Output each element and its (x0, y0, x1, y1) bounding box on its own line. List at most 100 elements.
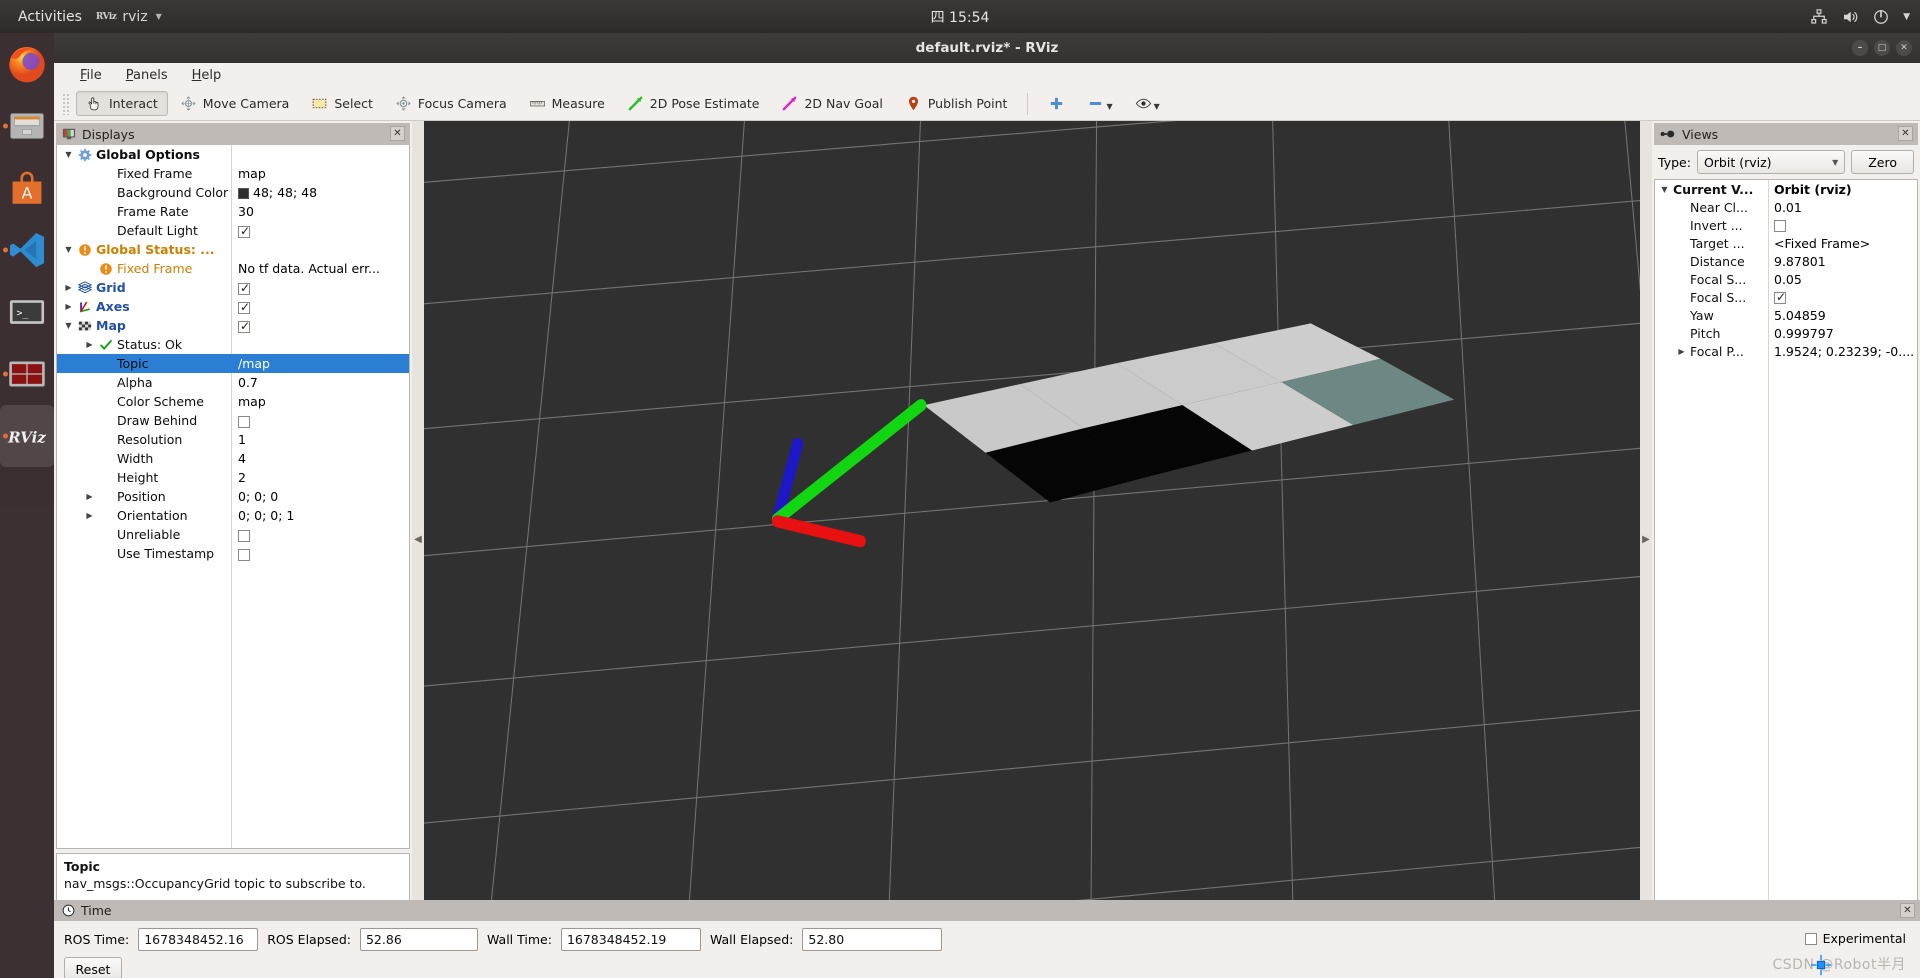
dock-item-files[interactable] (0, 95, 54, 157)
wall-elapsed-input[interactable]: 52.80 (802, 928, 943, 951)
row-value[interactable]: 0.999797 (1768, 326, 1917, 341)
views-row-focal-p[interactable]: Focal P... 1.9524; 0.23239; -0.... (1655, 342, 1917, 360)
displays-row-draw-behind[interactable]: Draw Behind (57, 411, 409, 430)
row-value[interactable]: 2 (231, 470, 409, 485)
row-value[interactable]: 48; 48; 48 (231, 185, 409, 200)
twisty-collapsed-icon[interactable] (84, 492, 95, 501)
maximize-icon[interactable]: □ (1874, 40, 1890, 56)
twisty-collapsed-icon[interactable] (63, 283, 74, 292)
displays-row-axes[interactable]: Axes (57, 297, 409, 316)
row-checkbox[interactable] (238, 548, 250, 561)
row-value[interactable]: 1.9524; 0.23239; -0.... (1768, 344, 1917, 359)
row-value[interactable] (231, 318, 409, 333)
twisty-collapsed-icon[interactable] (84, 340, 95, 349)
displays-row-position[interactable]: Position 0; 0; 0 (57, 487, 409, 506)
clock-button[interactable]: 四 15:54 (931, 0, 990, 33)
displays-tree[interactable]: Global OptionsFixed FramemapBackground C… (56, 145, 410, 849)
activities-button[interactable]: Activities (0, 9, 96, 25)
menu-file[interactable]: FFileile (68, 66, 114, 85)
tool-measure[interactable]: Measure (519, 91, 615, 116)
close-icon[interactable]: ✕ (390, 126, 405, 141)
row-value[interactable] (1768, 218, 1917, 233)
views-row-target[interactable]: Target ... <Fixed Frame> (1655, 234, 1917, 252)
row-value[interactable] (231, 280, 409, 295)
minimize-icon[interactable]: – (1852, 40, 1868, 56)
displays-row-frame-rate[interactable]: Frame Rate 30 (57, 202, 409, 221)
row-value[interactable]: map (231, 394, 409, 409)
row-value[interactable] (231, 413, 409, 428)
twisty-collapsed-icon[interactable] (63, 302, 74, 311)
views-row-distance[interactable]: Distance 9.87801 (1655, 252, 1917, 270)
dock-item-terminator[interactable] (0, 343, 54, 405)
displays-row-grid[interactable]: Grid (57, 278, 409, 297)
tool-focus-camera[interactable]: Focus Camera (385, 91, 517, 116)
dock-item-terminal[interactable]: >_ (0, 281, 54, 343)
views-row-near-cl[interactable]: Near Cl... 0.01 (1655, 198, 1917, 216)
row-value[interactable]: 0; 0; 0; 1 (231, 508, 409, 523)
views-row-current-v[interactable]: Current V... Orbit (rviz) (1655, 180, 1917, 198)
row-value[interactable]: Orbit (rviz) (1768, 182, 1917, 197)
displays-row-orientation[interactable]: Orientation 0; 0; 0; 1 (57, 506, 409, 525)
dock-item-ubuntu-software[interactable]: A (0, 157, 54, 219)
row-value[interactable] (1768, 290, 1917, 305)
menu-panels[interactable]: Panels (114, 66, 180, 85)
reset-button[interactable]: Reset (64, 957, 122, 978)
row-value[interactable]: 9.87801 (1768, 254, 1917, 269)
views-row-yaw[interactable]: Yaw 5.04859 (1655, 306, 1917, 324)
close-icon[interactable]: ✕ (1898, 126, 1913, 141)
row-checkbox[interactable] (1774, 220, 1786, 232)
twisty-expanded-icon[interactable] (1659, 185, 1670, 194)
wall-time-input[interactable]: 1678348452.19 (560, 928, 701, 951)
chevron-down-icon[interactable]: ▼ (1106, 102, 1112, 111)
render-view-3d[interactable] (424, 121, 1640, 958)
row-checkbox[interactable] (238, 415, 250, 428)
row-value[interactable]: 0.01 (1768, 200, 1917, 215)
row-value[interactable] (231, 527, 409, 542)
dock-item-vscode[interactable] (0, 219, 54, 281)
row-checkbox[interactable] (238, 300, 250, 314)
experimental-checkbox[interactable] (1804, 932, 1817, 945)
tool-publish-point[interactable]: Publish Point (895, 91, 1018, 116)
row-value[interactable]: 4 (231, 451, 409, 466)
displays-row-fixed-frame[interactable]: Fixed Frame map (57, 164, 409, 183)
displays-row-width[interactable]: Width 4 (57, 449, 409, 468)
row-checkbox[interactable] (238, 319, 250, 333)
views-tree[interactable]: Current V... Orbit (rviz) Near Cl... 0.01 In… (1654, 179, 1918, 925)
chevron-down-icon[interactable]: ▼ (1154, 102, 1160, 111)
row-value[interactable] (231, 546, 409, 561)
app-menu-button[interactable]: RViz rviz ▼ (96, 9, 162, 25)
displays-row-background-color[interactable]: Background Color 48; 48; 48 (57, 183, 409, 202)
twisty-collapsed-icon[interactable] (1676, 347, 1687, 356)
toolbar-grip[interactable] (62, 92, 70, 115)
views-row-pitch[interactable]: Pitch 0.999797 (1655, 324, 1917, 342)
twisty-expanded-icon[interactable] (63, 321, 74, 330)
tool-2d-pose-estimate[interactable]: 2D Pose Estimate (617, 91, 770, 116)
row-value[interactable]: 0.05 (1768, 272, 1917, 287)
tool-select[interactable]: Select (301, 91, 383, 116)
row-value[interactable]: No tf data. Actual err... (231, 261, 409, 276)
displays-row-use-timestamp[interactable]: Use Timestamp (57, 544, 409, 563)
displays-row-global-options[interactable]: Global Options (57, 145, 409, 164)
row-value[interactable]: 0; 0; 0 (231, 489, 409, 504)
displays-row-color-scheme[interactable]: Color Scheme map (57, 392, 409, 411)
displays-row-fixed-frame[interactable]: Fixed Frame No tf data. Actual err... (57, 259, 409, 278)
displays-row-default-light[interactable]: Default Light (57, 221, 409, 240)
dock-item-rviz[interactable]: RViz (0, 405, 54, 467)
collapse-left-handle[interactable]: ◀ (412, 121, 424, 958)
ros-time-input[interactable]: 1678348452.16 (138, 928, 259, 951)
row-value[interactable]: map (231, 166, 409, 181)
close-icon[interactable]: ✕ (1900, 903, 1915, 918)
menu-help[interactable]: Help (180, 66, 234, 85)
system-tray[interactable]: ▼ (1810, 0, 1910, 33)
displays-row-alpha[interactable]: Alpha 0.7 (57, 373, 409, 392)
tool-2d-nav-goal[interactable]: 2D Nav Goal (771, 91, 892, 116)
twisty-collapsed-icon[interactable] (84, 511, 95, 520)
row-value[interactable]: 5.04859 (1768, 308, 1917, 323)
row-value[interactable] (231, 299, 409, 314)
row-checkbox[interactable] (1774, 290, 1786, 304)
displays-row-height[interactable]: Height 2 (57, 468, 409, 487)
twisty-expanded-icon[interactable] (63, 245, 74, 254)
twisty-expanded-icon[interactable] (63, 150, 74, 159)
collapse-right-handle[interactable]: ▶ (1640, 121, 1652, 958)
displays-row-global-status[interactable]: Global Status: ... (57, 240, 409, 259)
